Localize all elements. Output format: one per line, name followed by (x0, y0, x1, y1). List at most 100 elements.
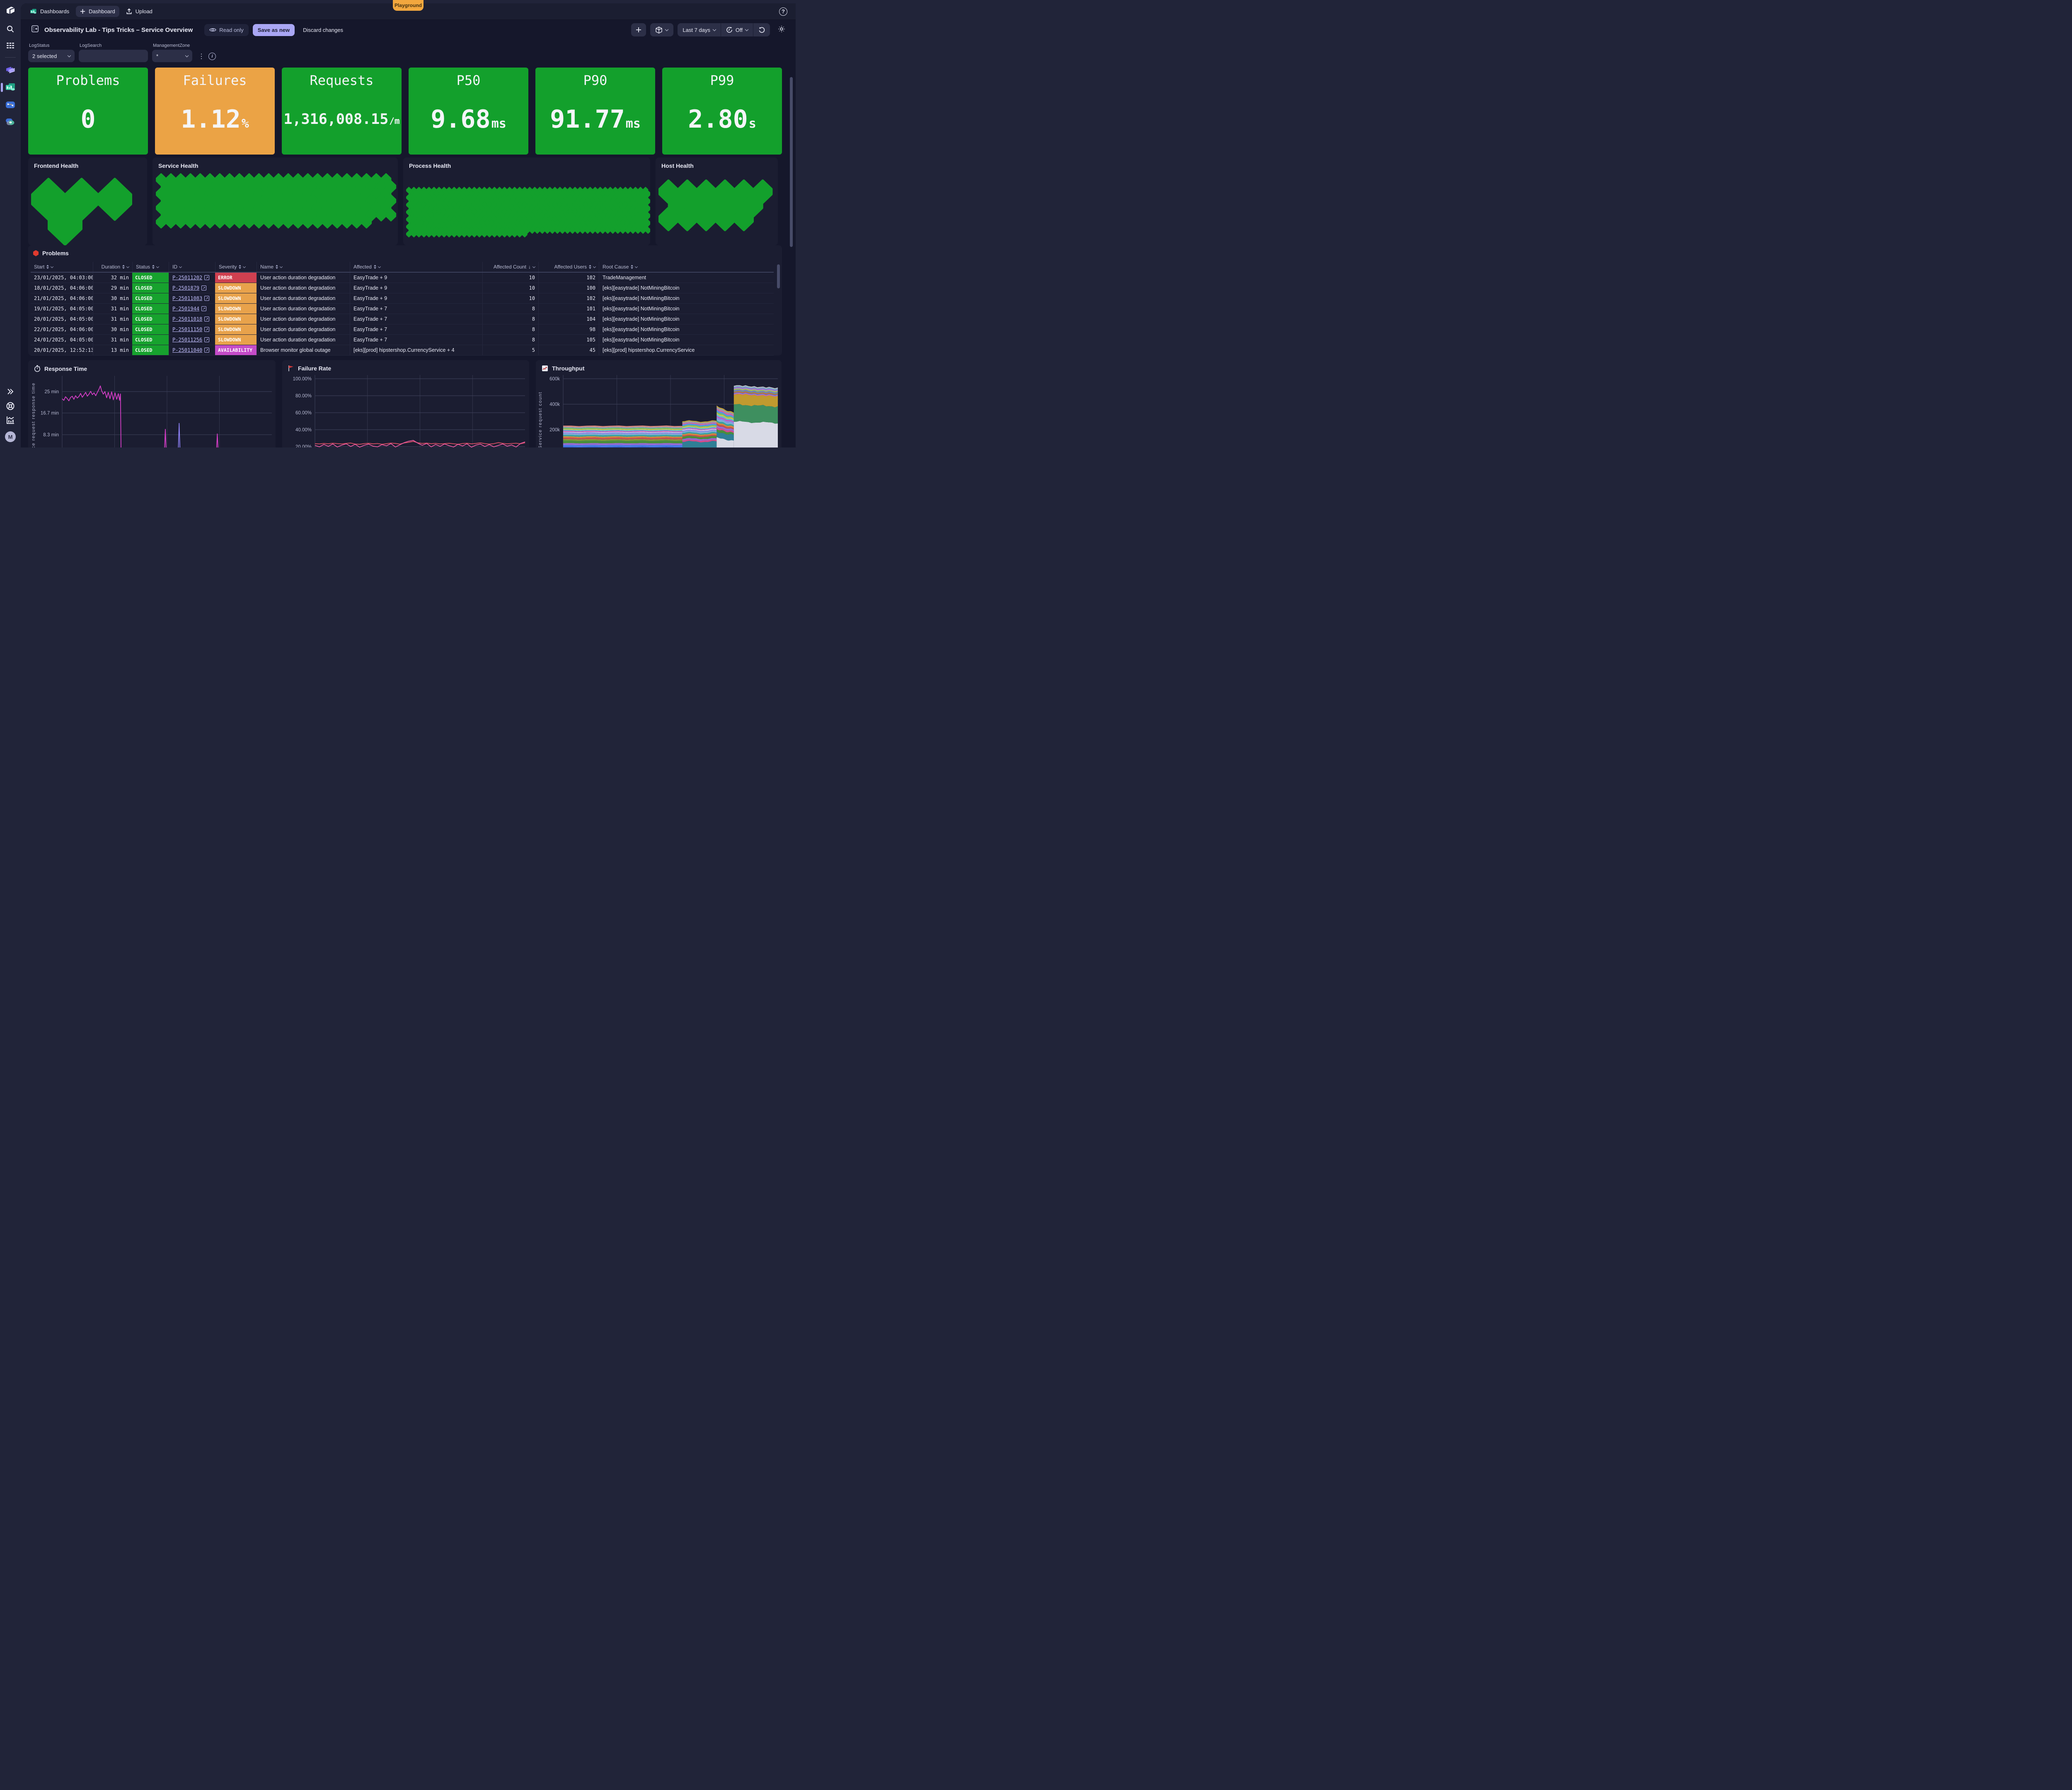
hexagon-tile[interactable] (97, 178, 132, 221)
cell-status: CLOSED (132, 335, 169, 345)
sort-icon[interactable] (631, 265, 634, 269)
badge-closed: CLOSED (132, 273, 169, 283)
column-header-status[interactable]: Status (132, 262, 169, 272)
logsearch-input[interactable] (79, 50, 148, 62)
column-header-affected_count[interactable]: Affected Count ↓ (482, 262, 538, 272)
snippets-menu-button[interactable] (650, 23, 674, 36)
nav-upload[interactable]: Upload (122, 6, 157, 17)
table-scrollbar-thumb[interactable] (777, 264, 780, 288)
column-header-id[interactable]: ID (169, 262, 215, 272)
column-header-affected[interactable]: Affected (350, 262, 482, 272)
cell-id: P-25011083 ↗ (169, 293, 215, 303)
problem-id-link[interactable]: P-25011018 ↗ (172, 316, 210, 322)
settings-gear-icon[interactable] (777, 25, 786, 35)
help-lifebuoy-icon[interactable] (0, 401, 21, 411)
logstatus-select[interactable]: 2 selected (28, 50, 75, 62)
column-menu-chevron-icon[interactable] (51, 265, 54, 268)
kpi-tile-p99[interactable]: P99 2.80 s (662, 68, 782, 155)
column-menu-chevron-icon[interactable] (279, 265, 283, 268)
cell-affected_users: 98 (538, 324, 599, 334)
filter-menu-kebab-icon[interactable]: ⋮ (198, 52, 205, 60)
page-scrollbar-thumb[interactable] (790, 77, 793, 247)
auto-refresh-selector[interactable]: Off (721, 23, 753, 36)
info-icon[interactable]: i (208, 53, 216, 60)
table-row[interactable]: 22/01/2025, 04:06:00 30 min CLOSED P-250111… (31, 324, 774, 335)
add-tile-button[interactable] (631, 23, 646, 36)
tab-dashboard[interactable]: Dashboard (76, 6, 119, 17)
column-header-root_cause[interactable]: Root Cause (599, 262, 774, 272)
problem-id-link[interactable]: P-25011256 ↗ (172, 337, 210, 343)
kpi-tile-failures[interactable]: Failures 1.12% (155, 68, 275, 155)
column-menu-chevron-icon[interactable] (635, 265, 638, 268)
read-only-badge[interactable]: Read only (204, 24, 249, 36)
sidebar-item-notebooks-icon[interactable] (0, 117, 21, 128)
sort-icon[interactable] (46, 265, 49, 269)
save-as-new-button[interactable]: Save as new (252, 24, 295, 36)
cell-affected_users: 100 (538, 283, 599, 293)
user-avatar[interactable]: M (0, 431, 21, 443)
table-row[interactable]: 24/01/2025, 04:05:00 31 min CLOSED P-250112… (31, 335, 774, 345)
problem-id-link[interactable]: P-25011150 ↗ (172, 327, 210, 332)
problem-id-link[interactable]: P-2501879 ↗ (172, 285, 207, 291)
problem-id-link[interactable]: P-25011202 ↗ (172, 275, 210, 281)
sort-desc-icon[interactable]: ↓ (528, 264, 531, 269)
cell-status: CLOSED (132, 324, 169, 334)
badge-slowdown: SLOWDOWN (215, 283, 257, 293)
sort-icon[interactable] (373, 265, 376, 269)
column-menu-chevron-icon[interactable] (179, 265, 182, 268)
table-row[interactable]: 18/01/2025, 04:06:00 29 min CLOSED P-250187… (31, 283, 774, 293)
kpi-tile-requests[interactable]: Requests 1,316,008.15/m (282, 68, 402, 155)
apps-grid-icon[interactable] (0, 41, 21, 51)
column-header-affected_users[interactable]: Affected Users (538, 262, 599, 272)
sidebar-item-workflows-icon[interactable] (0, 99, 21, 110)
cell-name: User action duration degradation (257, 293, 350, 303)
external-link-icon: ↗ (204, 275, 210, 280)
discard-changes-button[interactable]: Discard changes (298, 24, 348, 36)
table-row[interactable]: 19/01/2025, 04:05:00 31 min CLOSED P-250194… (31, 304, 774, 314)
dynatrace-logo-icon[interactable] (0, 5, 21, 17)
kpi-title: P50 (456, 73, 481, 88)
column-header-start[interactable]: Start (31, 262, 93, 272)
table-row[interactable]: 23/01/2025, 04:03:00 32 min CLOSED P-250112… (31, 273, 774, 283)
nav-dashboards[interactable]: Dashboards (26, 6, 73, 17)
search-icon[interactable] (0, 24, 21, 34)
column-header-name[interactable]: Name (257, 262, 350, 272)
sort-icon[interactable] (122, 265, 125, 269)
table-row[interactable]: 20/01/2025, 04:05:00 31 min CLOSED P-250110… (31, 314, 774, 324)
sidebar-item-dashboards-icon[interactable] (0, 82, 21, 93)
svg-text:400k: 400k (549, 402, 560, 407)
column-header-severity[interactable]: Severity (215, 262, 257, 272)
kpi-tile-p90[interactable]: P90 91.77 ms (535, 68, 655, 155)
table-row[interactable]: 20/01/2025, 12:52:13 13 min CLOSED P-250110… (31, 345, 774, 356)
kpi-value: 91.77 ms (550, 105, 641, 134)
column-menu-chevron-icon[interactable] (532, 265, 536, 268)
kpi-number: 0 (80, 105, 96, 134)
kpi-tile-p50[interactable]: P50 9.68 ms (409, 68, 528, 155)
managementzone-select[interactable]: * (152, 50, 192, 62)
problem-id-link[interactable]: P-25011083 ↗ (172, 295, 210, 301)
expand-sidebar-icon[interactable] (0, 387, 21, 396)
sidebar-item-clouds-icon[interactable] (0, 65, 21, 75)
sort-icon[interactable] (276, 265, 278, 269)
column-menu-chevron-icon[interactable] (378, 265, 381, 268)
problem-id-link[interactable]: P-2501944 ↗ (172, 306, 207, 312)
table-row[interactable]: 21/01/2025, 04:06:00 30 min CLOSED P-250110… (31, 293, 774, 304)
sidebar-divider (5, 57, 16, 58)
column-menu-chevron-icon[interactable] (126, 265, 130, 268)
refresh-button[interactable] (753, 23, 770, 36)
analytics-chart-icon[interactable] (0, 415, 21, 425)
column-header-duration[interactable]: Duration (93, 262, 132, 272)
kpi-tile-problems[interactable]: Problems 0 (28, 68, 148, 155)
time-range-selector[interactable]: Last 7 days (678, 23, 721, 36)
column-menu-chevron-icon[interactable] (156, 265, 160, 268)
sort-icon[interactable] (589, 265, 591, 269)
sort-icon[interactable] (152, 265, 155, 269)
column-menu-chevron-icon[interactable] (243, 265, 246, 268)
help-icon[interactable]: ? (779, 7, 787, 16)
sort-icon[interactable] (239, 265, 242, 269)
board-icon[interactable] (31, 25, 39, 34)
svg-text:20.00%: 20.00% (295, 445, 312, 448)
problem-id-link[interactable]: P-25011040 ↗ (172, 347, 210, 353)
cell-name: User action duration degradation (257, 314, 350, 324)
column-menu-chevron-icon[interactable] (593, 265, 596, 268)
